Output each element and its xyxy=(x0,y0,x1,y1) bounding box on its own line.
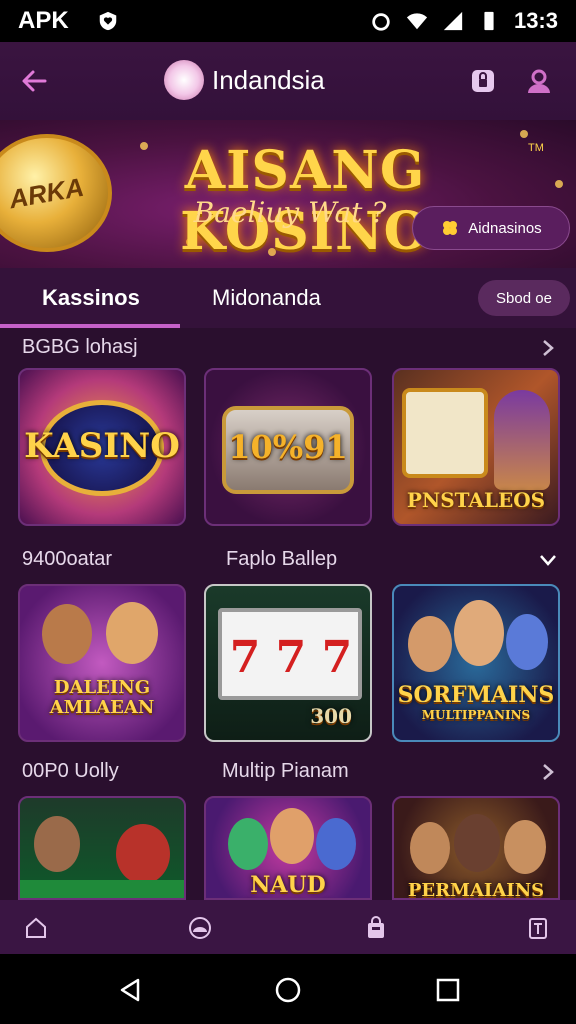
page-title: Indandsia xyxy=(212,64,325,95)
game-title: NAUD PIAINS xyxy=(250,872,326,898)
game-title: DALEING AMLAEAN xyxy=(49,677,155,718)
game-card[interactable]: KASINO xyxy=(18,368,186,526)
tab-label: Kassinos xyxy=(42,285,140,310)
game-title: PNSTALEOS xyxy=(406,488,546,512)
game-card[interactable]: DALEING AMLAEAN xyxy=(18,584,186,742)
game-subtitle: MULTIPPANINS xyxy=(421,708,531,722)
status-bar: APK 13:3 xyxy=(0,0,576,42)
game-title: 10%91 xyxy=(228,428,348,466)
game-card[interactable]: SORFMAINS MULTIPPANINS xyxy=(392,584,560,742)
tab-midonanda[interactable]: Midonanda xyxy=(212,268,321,328)
shield-heart-icon xyxy=(99,11,116,31)
chevron-down-icon[interactable] xyxy=(538,550,558,570)
game-card[interactable]: 10%91 xyxy=(204,368,372,526)
promo-button-label: Aidnasinos xyxy=(468,219,542,237)
chat-icon[interactable] xyxy=(188,916,212,940)
tab-bar: Kassinos Midonanda Sbod oe xyxy=(0,268,576,328)
user-icon[interactable] xyxy=(524,66,554,96)
promo-button[interactable]: Aidnasinos xyxy=(412,206,570,250)
wifi-icon xyxy=(406,13,428,30)
section-label: BGBG lohasj xyxy=(22,336,138,358)
signal-icon xyxy=(443,11,463,31)
recents-square-icon[interactable] xyxy=(434,976,462,1004)
active-tab-indicator xyxy=(0,324,180,328)
filter-pill[interactable]: Sbod oe xyxy=(478,280,570,316)
game-title: KASINO xyxy=(24,426,180,466)
game-card[interactable]: PNSTALEOS xyxy=(392,368,560,526)
lock-icon[interactable] xyxy=(468,66,498,96)
game-card[interactable] xyxy=(18,796,186,900)
trademark: TM xyxy=(528,142,544,154)
filter-pill-label: Sbod oe xyxy=(496,289,552,307)
tab-label: Midonanda xyxy=(212,285,321,310)
banner-subtitle: Baeliuy Wat ? xyxy=(193,196,387,229)
game-title: SORFMAINS xyxy=(397,682,555,708)
section-label: 00P0 Uolly xyxy=(22,760,119,782)
section-label-secondary: Multip Pianam xyxy=(222,760,349,782)
back-triangle-icon[interactable] xyxy=(116,976,144,1004)
section-label: 9400oatar xyxy=(22,548,113,570)
game-card[interactable]: NAUD PIAINS xyxy=(204,796,372,900)
promo-banner[interactable]: ARKA AISANG KOSINO TM Baeliuy Wat ? Aidn… xyxy=(0,120,576,268)
chevron-right-icon[interactable] xyxy=(538,762,558,782)
bag-icon[interactable] xyxy=(364,916,388,940)
game-title: PERMAIAINS xyxy=(407,880,545,900)
document-icon[interactable] xyxy=(526,916,550,940)
back-button[interactable] xyxy=(16,63,52,99)
tab-kassinos[interactable]: Kassinos xyxy=(42,268,140,328)
chevron-right-icon[interactable] xyxy=(538,338,558,358)
battery-icon xyxy=(484,11,494,31)
game-title: 300 xyxy=(310,704,352,728)
game-card[interactable]: 7 7 7 300 xyxy=(204,584,372,742)
arrow-left-icon xyxy=(22,70,47,92)
bottom-nav xyxy=(0,900,576,954)
brand: Indandsia xyxy=(164,60,325,100)
clover-icon xyxy=(443,221,458,235)
clock: 13:3 xyxy=(513,8,558,33)
home-circle-icon[interactable] xyxy=(274,976,302,1004)
brand-logo-icon xyxy=(164,60,204,100)
app-header: Indandsia xyxy=(0,42,576,120)
alarm-icon xyxy=(372,13,390,31)
section-label-secondary: Faplo Ballep xyxy=(226,548,338,570)
home-icon[interactable] xyxy=(24,916,48,940)
game-card[interactable]: PERMAIAINS xyxy=(392,796,560,900)
system-nav-bar xyxy=(0,954,576,1024)
carrier-label: APK xyxy=(18,7,69,34)
